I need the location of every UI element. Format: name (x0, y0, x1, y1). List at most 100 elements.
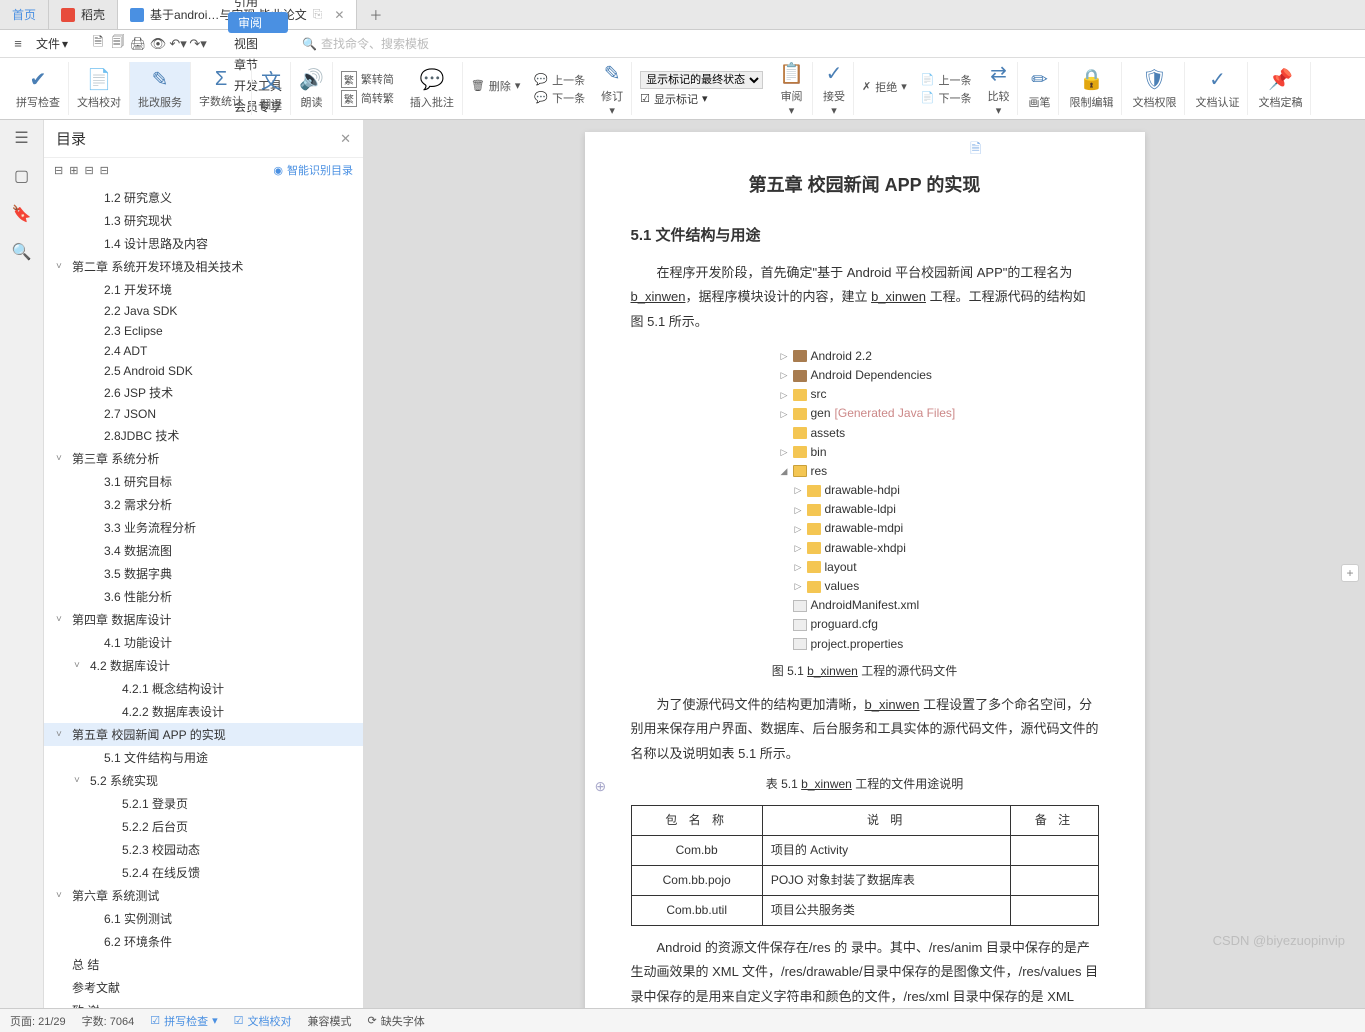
document-area[interactable]: 🗎 第五章 校园新闻 APP 的实现 5.1 文件结构与用途 在程序开发阶段，首… (364, 120, 1365, 1008)
outline-item[interactable]: ˅第三章 系统分析 (44, 447, 363, 470)
ribbon-朗读[interactable]: 🔊朗读 (291, 62, 333, 115)
outline-item[interactable]: 2.5 Android SDK (44, 361, 363, 381)
ribbon-insert-comment[interactable]: 💬插入批注 (402, 62, 463, 115)
outline-btn-icon[interactable]: ⊟ (84, 164, 93, 177)
outline-item[interactable]: 致 谢 (44, 999, 363, 1008)
status-words[interactable]: 字数: 7064 (82, 1013, 135, 1029)
show-marks[interactable]: ☑ 显示标记 ▾ (640, 91, 763, 107)
outline-item[interactable]: 4.2.1 概念结构设计 (44, 677, 363, 700)
outline-btn2-icon[interactable]: ⊟ (100, 164, 109, 177)
outline-item[interactable]: 参考文献 (44, 976, 363, 999)
outline-item[interactable]: 4.1 功能设计 (44, 631, 363, 654)
outline-item[interactable]: 2.3 Eclipse (44, 321, 363, 341)
outline-item[interactable]: 2.8JDBC 技术 (44, 424, 363, 447)
ribbon-revise[interactable]: ✎修订 ▾ (593, 62, 632, 115)
ribbon-next-rev[interactable]: 📄 下一条 (921, 90, 972, 106)
hamburger-icon[interactable]: ≡ (10, 36, 26, 52)
outline-item[interactable]: ˅4.2 数据库设计 (44, 654, 363, 677)
ribbon-review[interactable]: 📋审阅 ▾ (771, 62, 813, 115)
rail-outline-icon[interactable]: ☰ (12, 128, 32, 148)
status-missing-font[interactable]: ⟳ 缺失字体 (368, 1013, 425, 1029)
print-icon[interactable]: 🖨 (130, 36, 146, 52)
outline-item[interactable]: ˅第五章 校园新闻 APP 的实现 (44, 723, 363, 746)
outline-item[interactable]: 3.6 性能分析 (44, 585, 363, 608)
status-proof[interactable]: ☑ 文档校对 (234, 1013, 292, 1029)
status-compat[interactable]: 兼容模式 (308, 1013, 352, 1029)
tab-pin-icon[interactable]: ⎘ (313, 7, 323, 22)
ribbon-reject[interactable]: ✗ 拒绝 ▾ (862, 79, 907, 95)
outline-item[interactable]: 6.2 环境条件 (44, 930, 363, 953)
smart-outline-button[interactable]: ◉ 智能识别目录 (273, 162, 353, 178)
outline-item[interactable]: ˅5.2 系统实现 (44, 769, 363, 792)
outline-item[interactable]: 5.2.1 登录页 (44, 792, 363, 815)
outline-item[interactable]: 1.2 研究意义 (44, 186, 363, 209)
outline-expand-icon[interactable]: ⊞ (69, 164, 78, 177)
ribbon-prev-comment[interactable]: 💬 上一条 (534, 72, 585, 88)
outline-item[interactable]: 3.5 数据字典 (44, 562, 363, 585)
ribbon-auth[interactable]: ✓文档认证 (1187, 62, 1248, 115)
outline-item[interactable]: 5.2.2 后台页 (44, 815, 363, 838)
outline-item[interactable]: ˅第二章 系统开发环境及相关技术 (44, 255, 363, 278)
fan-to-jian[interactable]: 繁繁转简 (341, 71, 394, 88)
outline-item[interactable]: 1.3 研究现状 (44, 209, 363, 232)
rail-page-icon[interactable]: ▢ (12, 166, 32, 186)
ribbon-restrict[interactable]: 🔒限制编辑 (1061, 62, 1122, 115)
outline-item[interactable]: 3.4 数据流图 (44, 539, 363, 562)
outline-item[interactable]: 2.6 JSP 技术 (44, 381, 363, 404)
ribbon-批改服务[interactable]: ✎批改服务 (130, 62, 191, 115)
ribbon-brush[interactable]: ✏画笔 (1020, 62, 1059, 115)
rail-search-icon[interactable]: 🔍 (12, 242, 32, 262)
undo-icon[interactable]: ↶▾ (170, 36, 186, 52)
side-handle-button[interactable]: + (1341, 564, 1359, 582)
menu-视图[interactable]: 视图 (228, 33, 288, 54)
outline-item[interactable]: 总 结 (44, 953, 363, 976)
ribbon-accept[interactable]: ✓接受 ▾ (815, 62, 854, 115)
status-page[interactable]: 页面: 21/29 (10, 1013, 66, 1029)
ribbon-delete[interactable]: 🗑 删除 ▾ (471, 78, 521, 94)
outline-item[interactable]: 2.2 Java SDK (44, 301, 363, 321)
outline-item[interactable]: 4.2.2 数据库表设计 (44, 700, 363, 723)
outline-item[interactable]: 6.1 实例测试 (44, 907, 363, 930)
close-icon[interactable]: ✕ (334, 8, 344, 22)
redo-icon[interactable]: ↷▾ (190, 36, 206, 52)
outline-item[interactable]: 3.3 业务流程分析 (44, 516, 363, 539)
tab-add-button[interactable]: ＋ (357, 0, 394, 29)
ribbon-翻译[interactable]: 文翻译 (252, 62, 291, 115)
ribbon-compare[interactable]: ⇄比较 ▾ (979, 62, 1018, 115)
ribbon-拼写检查[interactable]: ✔拼写检查 (8, 62, 69, 115)
command-search[interactable]: 🔍 查找命令、搜索模板 (302, 35, 429, 52)
saveas-icon[interactable]: 🗐 (110, 36, 126, 52)
menu-引用[interactable]: 引用 (228, 0, 288, 12)
outline-collapse-icon[interactable]: ⊟ (54, 164, 63, 177)
outline-item[interactable]: 5.2.3 校园动态 (44, 838, 363, 861)
outline-close-icon[interactable]: ✕ (340, 131, 351, 147)
status-spell[interactable]: ☑ 拼写检查 ▾ (150, 1013, 217, 1029)
menu-file[interactable]: 文件 ▾ (30, 33, 74, 54)
outline-item[interactable]: 3.2 需求分析 (44, 493, 363, 516)
ribbon-字数统计[interactable]: Σ字数统计 (191, 62, 252, 115)
ribbon-文档校对[interactable]: 📄文档校对 (69, 62, 130, 115)
anchor-icon[interactable]: ⊕ (595, 773, 607, 800)
ribbon-prev-rev[interactable]: 📄 上一条 (921, 72, 972, 88)
outline-item[interactable]: 1.4 设计思路及内容 (44, 232, 363, 255)
outline-item[interactable]: 5.2.4 在线反馈 (44, 861, 363, 884)
ribbon-perm[interactable]: 🛡文档权限 (1124, 62, 1185, 115)
doc-margin-icon[interactable]: 🗎 (970, 138, 981, 162)
outline-item[interactable]: 3.1 研究目标 (44, 470, 363, 493)
outline-item[interactable]: 5.1 文件结构与用途 (44, 746, 363, 769)
tab-home[interactable]: 首页 (0, 0, 49, 29)
menu-审阅[interactable]: 审阅 (228, 12, 288, 33)
save-icon[interactable]: 🗎 (90, 36, 106, 52)
outline-item[interactable]: ˅第六章 系统测试 (44, 884, 363, 907)
jian-to-fan[interactable]: 繁简转繁 (341, 90, 394, 107)
outline-item[interactable]: 2.1 开发环境 (44, 278, 363, 301)
outline-item[interactable]: ˅第四章 数据库设计 (44, 608, 363, 631)
rail-bookmark-icon[interactable]: 🔖 (12, 204, 32, 224)
tab-daoqiao[interactable]: 稻壳 (49, 0, 118, 29)
ribbon-next-comment[interactable]: 💬 下一条 (534, 90, 585, 106)
outline-item[interactable]: 2.7 JSON (44, 404, 363, 424)
outline-item[interactable]: 2.4 ADT (44, 341, 363, 361)
preview-icon[interactable]: 👁 (150, 36, 166, 52)
ribbon-lock[interactable]: 📌文档定稿 (1250, 62, 1311, 115)
revise-mode-select[interactable]: 显示标记的最终状态 (640, 71, 763, 89)
